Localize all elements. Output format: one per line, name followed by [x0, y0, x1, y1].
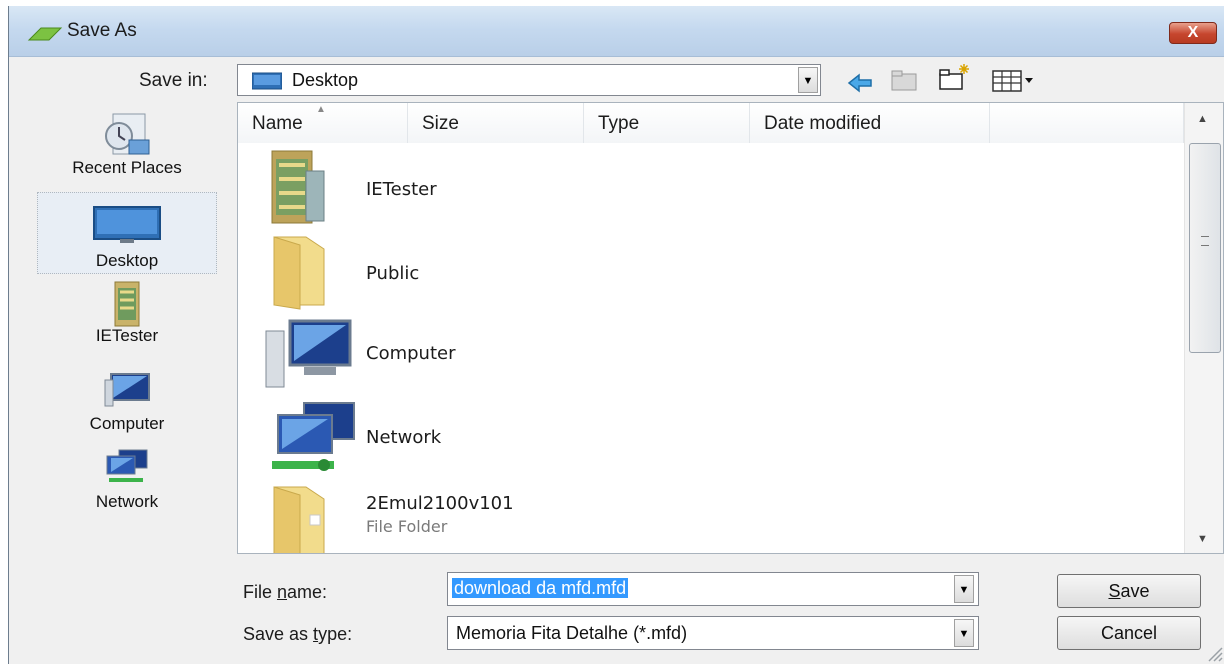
access-key: S: [1108, 581, 1121, 601]
save-as-type-label: Save as type:: [243, 624, 352, 645]
network-icon: [272, 402, 355, 471]
place-recent-places[interactable]: Recent Places: [37, 98, 217, 190]
place-label: Computer: [89, 414, 165, 433]
cancel-button[interactable]: Cancel: [1057, 616, 1201, 650]
file-item-public[interactable]: Public: [252, 231, 1172, 313]
column-header-size[interactable]: Size: [408, 103, 584, 143]
file-name-label: File name:: [243, 582, 327, 603]
computer-icon: [104, 373, 150, 407]
column-header-date-modified[interactable]: Date modified: [750, 103, 990, 143]
place-network[interactable]: Network: [37, 448, 217, 528]
file-item-network[interactable]: Network: [252, 399, 1172, 481]
label-part: ame:: [287, 582, 328, 602]
scroll-down-icon[interactable]: ▼: [1197, 533, 1208, 545]
save-as-icon: [27, 27, 63, 41]
column-label: Name: [252, 113, 303, 134]
folder-icon: [273, 236, 325, 310]
save-as-dialog: Save As X Save in: Desktop ▼ Recent Plac…: [8, 6, 1224, 664]
title-bar[interactable]: Save As X: [9, 6, 1224, 57]
save-button[interactable]: Save: [1057, 574, 1201, 608]
up-folder-icon[interactable]: [889, 66, 919, 96]
file-name: Public: [366, 263, 420, 284]
save-in-dropdown-arrow[interactable]: ▼: [798, 67, 818, 93]
save-in-dropdown[interactable]: Desktop ▼: [237, 64, 821, 96]
label-part: Save as: [243, 624, 314, 644]
column-header-type[interactable]: Type: [584, 103, 750, 143]
resize-grip-icon[interactable]: [1205, 646, 1223, 662]
place-label: Network: [95, 492, 159, 511]
file-name: IETester: [366, 179, 437, 200]
file-type: File Folder: [366, 517, 448, 536]
vertical-scrollbar[interactable]: ▲ ▼: [1184, 103, 1223, 553]
ietester-folder-icon: [271, 150, 325, 224]
place-label: Recent Places: [72, 158, 182, 177]
close-button[interactable]: X: [1169, 22, 1217, 44]
column-header-name[interactable]: Name ▲: [238, 103, 408, 143]
file-name-dropdown-arrow[interactable]: ▼: [954, 575, 974, 603]
save-as-type-dropdown-arrow[interactable]: ▼: [954, 619, 974, 647]
save-in-label: Save in:: [139, 70, 208, 91]
file-name: Network: [366, 427, 442, 448]
file-item-2emul2100v101[interactable]: 2Emul2100v101 File Folder: [252, 481, 1172, 553]
sort-up-icon: ▲: [316, 104, 326, 115]
place-ietester[interactable]: IETester: [37, 280, 217, 358]
file-item-computer[interactable]: Computer: [252, 315, 1172, 397]
computer-icon: [265, 319, 352, 388]
view-menu-icon[interactable]: [991, 66, 1037, 96]
ietester-folder-icon: [114, 281, 140, 327]
button-label: ave: [1120, 581, 1150, 601]
label-part: ype:: [318, 624, 353, 644]
place-desktop[interactable]: Desktop: [37, 192, 217, 274]
back-arrow-icon[interactable]: [847, 68, 873, 98]
folder-icon: [273, 486, 325, 553]
place-label: IETester: [95, 326, 159, 345]
scrollbar-thumb[interactable]: [1189, 143, 1221, 353]
file-name: Computer: [366, 343, 456, 364]
file-list[interactable]: Name ▲ Size Type Date modified IETester: [237, 102, 1224, 554]
file-name-input[interactable]: download da mfd.mfd ▼: [447, 572, 979, 606]
save-as-type-dropdown[interactable]: Memoria Fita Detalhe (*.mfd) ▼: [447, 616, 979, 650]
selected-text: download da mfd.mfd: [452, 578, 629, 598]
column-header-empty: [990, 103, 1184, 143]
window-title: Save As: [67, 20, 137, 41]
column-label: Type: [598, 113, 640, 134]
save-in-value: Desktop: [292, 70, 359, 90]
places-bar: Recent Places Desktop IETester Computer …: [37, 98, 227, 548]
desktop-icon: [252, 72, 282, 90]
access-key: n: [277, 582, 288, 602]
network-icon: [106, 449, 148, 482]
new-folder-icon[interactable]: [937, 62, 971, 92]
save-as-type-value: Memoria Fita Detalhe (*.mfd): [456, 623, 688, 643]
place-label: Desktop: [95, 251, 159, 270]
desktop-icon: [93, 206, 161, 243]
file-name-value: download da mfd.mfd: [452, 578, 629, 599]
column-label: Date modified: [764, 113, 882, 134]
recent-places-icon: [105, 113, 150, 155]
file-item-ietester[interactable]: IETester: [252, 147, 1172, 229]
label-part: File: [243, 582, 278, 602]
grip-icon: [1201, 236, 1209, 246]
file-name: 2Emul2100v101: [366, 493, 514, 514]
scroll-up-icon[interactable]: ▲: [1197, 113, 1208, 125]
place-computer[interactable]: Computer: [37, 364, 217, 444]
column-label: Size: [422, 113, 459, 134]
